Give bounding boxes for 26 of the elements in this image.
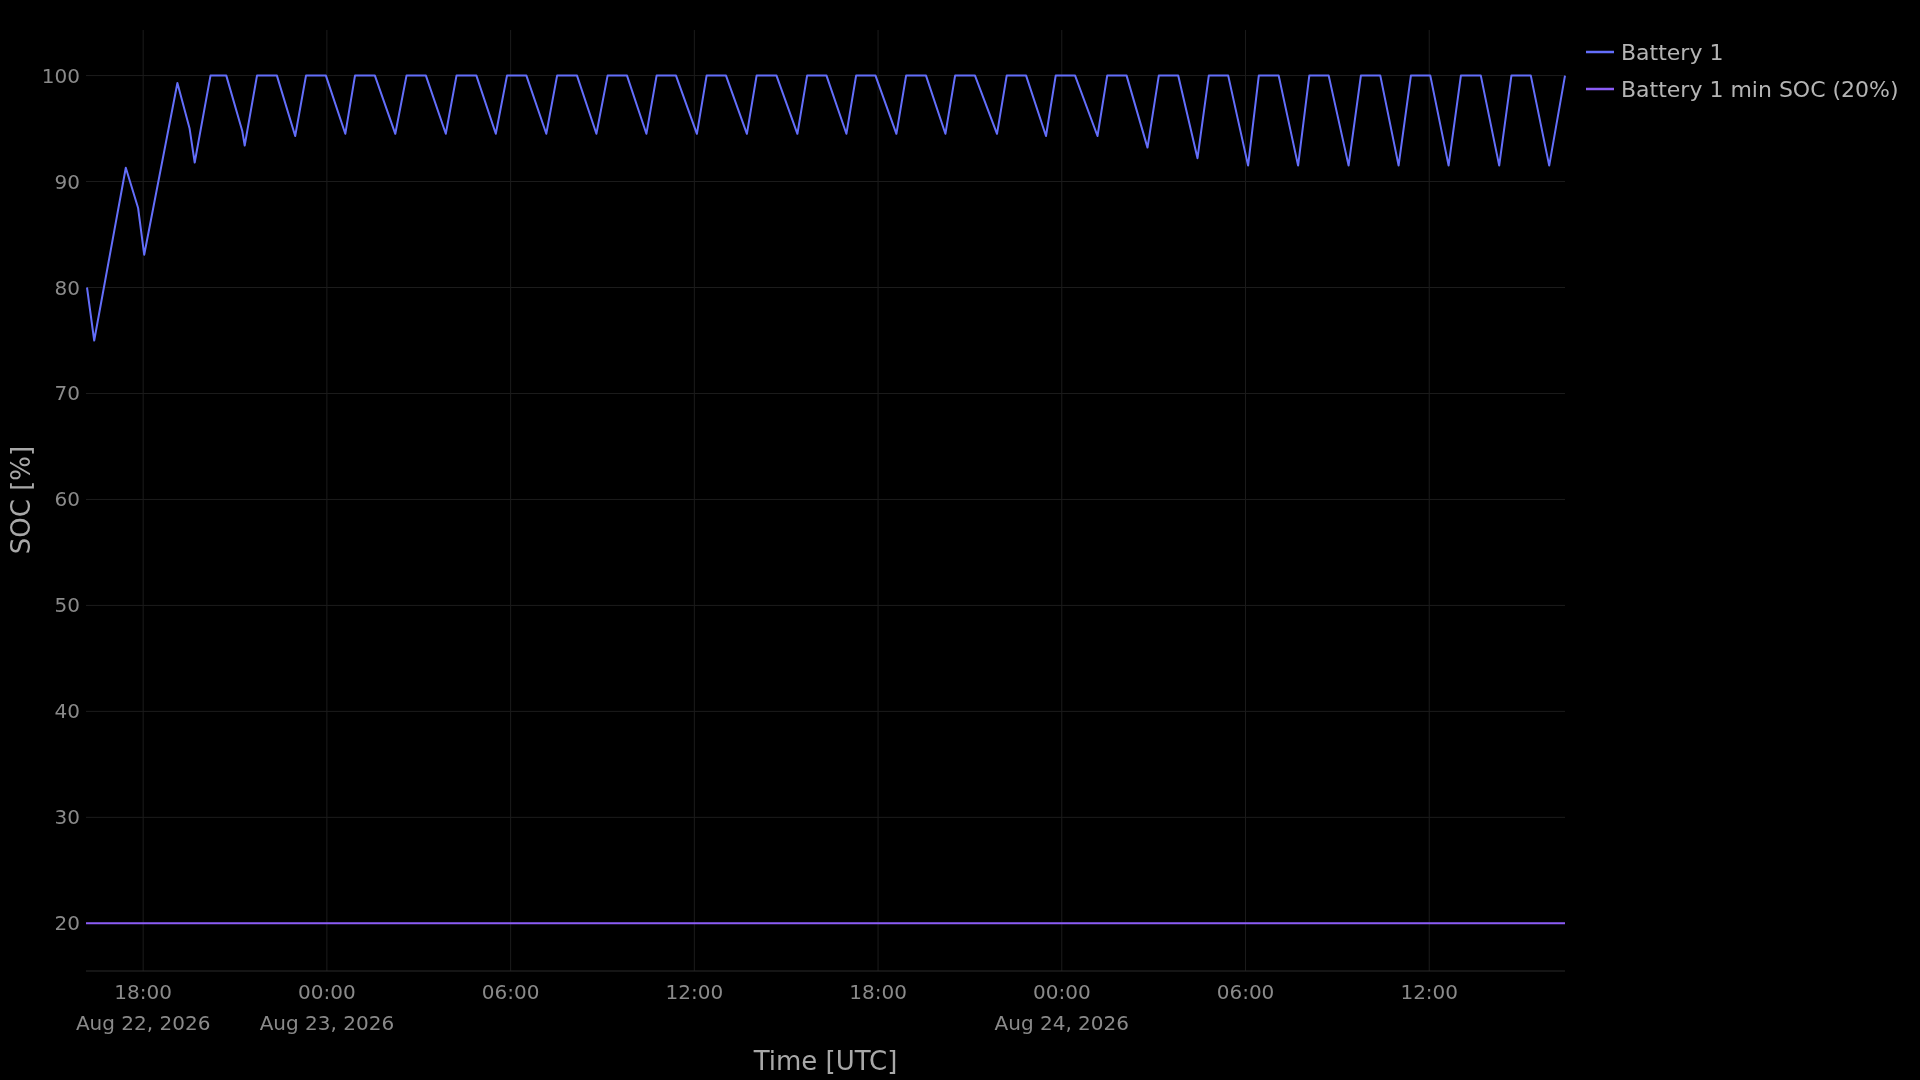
y-tick-label: 60	[54, 487, 80, 512]
x-axis-title: Time [UTC]	[753, 1046, 898, 1076]
y-tick-label: 20	[54, 911, 80, 936]
x-tick-label: 06:00	[1216, 980, 1275, 1004]
y-tick-label: 40	[54, 699, 80, 724]
x-tick-label: Aug 23, 2026	[259, 1011, 395, 1035]
y-tick-label: 100	[41, 63, 80, 88]
x-tick-label: 12:00	[1400, 980, 1459, 1004]
y-tick-label: 50	[54, 593, 80, 618]
x-tick-label: 00:00	[1032, 980, 1091, 1004]
legend-swatch[interactable]	[1586, 87, 1614, 91]
x-tick-label: 18:00	[849, 980, 907, 1004]
legend-swatch[interactable]	[1586, 50, 1614, 54]
y-tick-label: 80	[54, 275, 80, 300]
x-tick-label: 12:00	[665, 980, 724, 1004]
legend-label[interactable]: Battery 1 min SOC (20%)	[1621, 77, 1899, 102]
legend-label[interactable]: Battery 1	[1621, 40, 1724, 65]
x-tick-label: Aug 22, 2026	[75, 1011, 211, 1035]
y-tick-label: 30	[54, 805, 80, 830]
y-tick-label: 90	[54, 169, 80, 194]
x-tick-label: 18:00	[114, 980, 172, 1004]
y-tick-label: 70	[54, 381, 80, 406]
x-tick-label: 06:00	[481, 980, 540, 1004]
x-tick-label: Aug 24, 2026	[994, 1011, 1130, 1035]
x-tick-label: 00:00	[298, 980, 356, 1004]
y-axis-title: SOC [%]	[6, 445, 36, 555]
